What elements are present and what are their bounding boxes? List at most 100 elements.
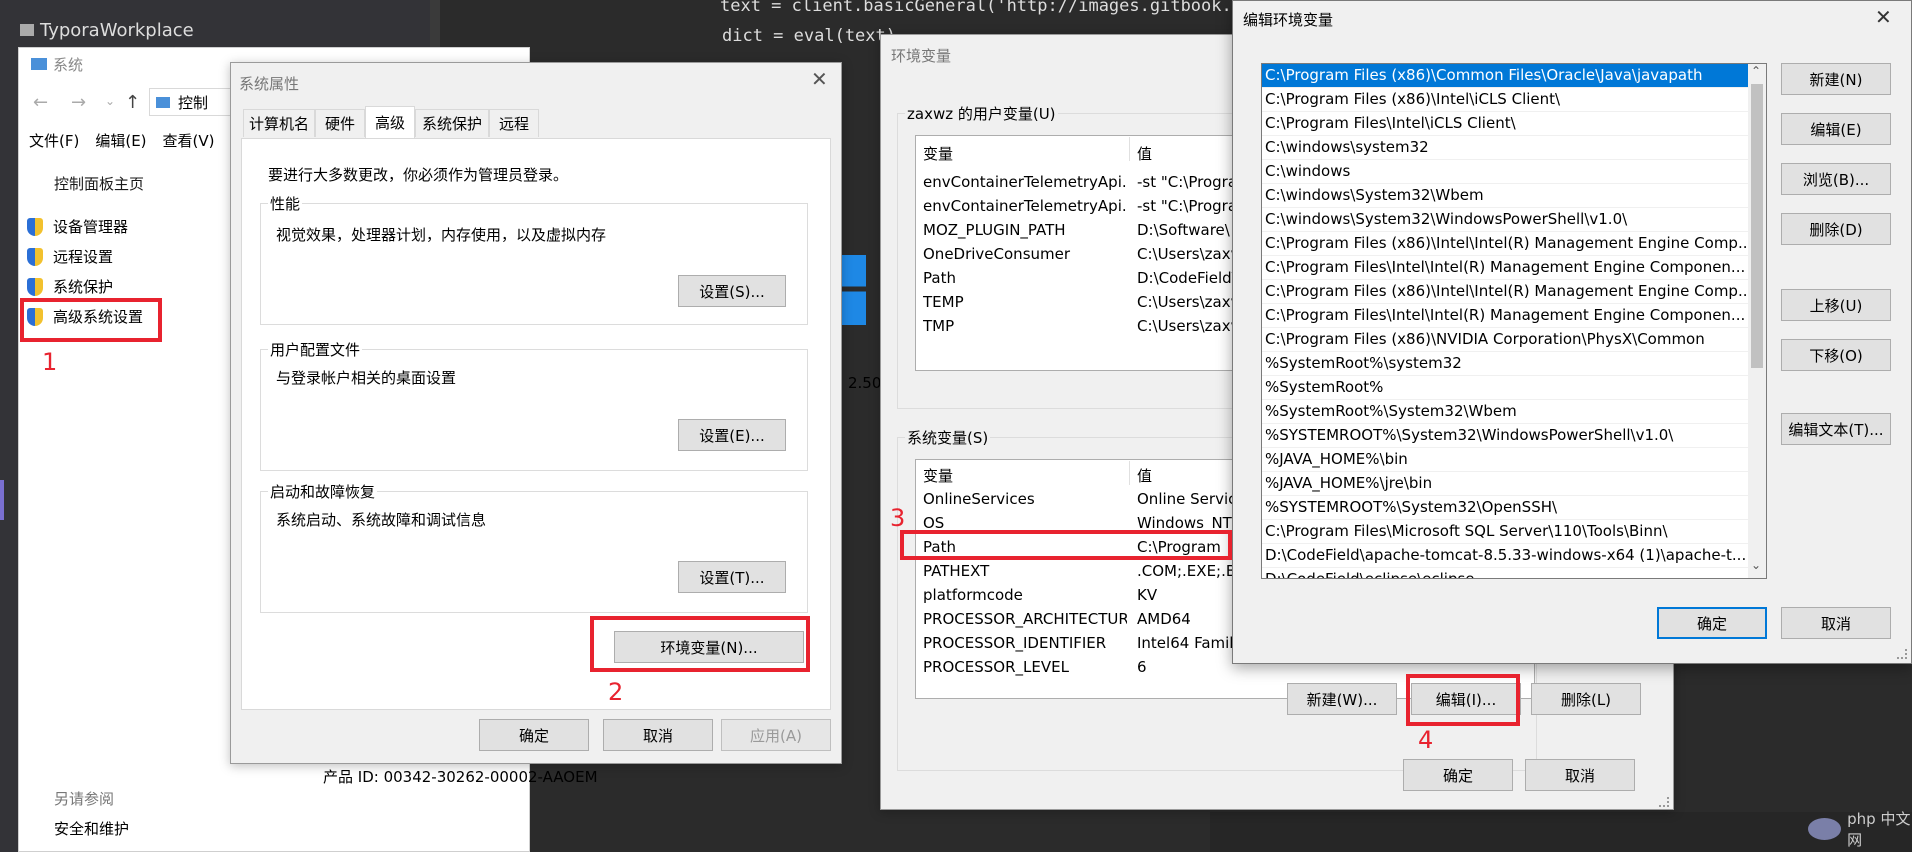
sys-props-apply-button: 应用(A) [721, 719, 831, 751]
resize-grip-icon[interactable] [1659, 797, 1669, 807]
sys-props-cancel-button[interactable]: 取消 [603, 719, 713, 751]
path-scrollbar[interactable]: ⌃ ⌄ [1748, 64, 1766, 578]
path-item[interactable]: %SystemRoot%\system32 [1262, 352, 1748, 376]
move-down-button[interactable]: 下移(O) [1781, 339, 1891, 371]
code-line-1: text = client.basicGeneral('http://image… [720, 0, 1253, 16]
path-item[interactable]: C:\Program Files (x86)\NVIDIA Corporatio… [1262, 328, 1748, 352]
sys-var-name[interactable]: PROCESSOR_IDENTIFIER [923, 634, 1127, 658]
sys-var-name[interactable]: OnlineServices [923, 490, 1127, 514]
sys-var-name[interactable]: PATHEXT [923, 562, 1127, 586]
path-item[interactable]: %SystemRoot% [1262, 376, 1748, 400]
recent-chevron-icon[interactable]: ⌄ [105, 94, 115, 108]
path-item[interactable]: %SYSTEMROOT%\System32\OpenSSH\ [1262, 496, 1748, 520]
sys-var-name[interactable]: PROCESSOR_LEVEL [923, 658, 1127, 682]
tab-system-protection[interactable]: 系统保护 [415, 109, 489, 137]
edit-text-button[interactable]: 编辑文本(T)... [1781, 413, 1891, 445]
user-var-name[interactable]: Path [923, 269, 1127, 287]
sys-delete-button[interactable]: 删除(L) [1531, 683, 1641, 715]
edit-env-ok-button[interactable]: 确定 [1657, 607, 1767, 639]
menu-file[interactable]: 文件(F) [29, 130, 79, 151]
path-item[interactable]: %SYSTEMROOT%\System32\WindowsPowerShell\… [1262, 424, 1748, 448]
explorer-title: TyporaWorkplace [40, 19, 194, 41]
nav-device-manager[interactable]: 设备管理器 [27, 216, 128, 237]
close-icon[interactable]: ✕ [811, 67, 828, 91]
move-up-button[interactable]: 上移(U) [1781, 289, 1891, 321]
path-item[interactable]: D:\CodeField\apache-tomcat-8.5.33-window… [1262, 544, 1748, 568]
up-icon[interactable]: ↑ [125, 92, 140, 113]
sys-new-button[interactable]: 新建(W)... [1287, 683, 1397, 715]
resize-grip-icon[interactable] [1897, 649, 1907, 659]
menu-edit[interactable]: 编辑(E) [95, 130, 146, 151]
startup-title: 启动和故障恢复 [268, 481, 378, 502]
path-item[interactable]: D:\CodeField\eclipse\eclipse [1262, 568, 1748, 578]
path-list[interactable]: C:\Program Files (x86)\Common Files\Orac… [1261, 63, 1767, 579]
perf-settings-button[interactable]: 设置(S)... [678, 275, 786, 307]
edit-env-dialog: 编辑环境变量 ✕ C:\Program Files (x86)\Common F… [1232, 0, 1912, 664]
scroll-up-icon[interactable]: ⌃ [1751, 64, 1761, 78]
edit-path-button[interactable]: 编辑(E) [1781, 113, 1891, 145]
new-path-button[interactable]: 新建(N) [1781, 63, 1891, 95]
path-item-selected[interactable]: C:\Program Files (x86)\Common Files\Orac… [1262, 64, 1748, 88]
product-id: 产品 ID: 00342-30262-00002-AAOEM [323, 768, 598, 786]
sys-var-name[interactable]: platformcode [923, 586, 1127, 610]
path-item[interactable]: C:\Program Files\Intel\Intel(R) Manageme… [1262, 304, 1748, 328]
user-col-val[interactable]: 值 [1137, 143, 1152, 164]
tab-remote[interactable]: 远程 [489, 109, 539, 137]
system-icon [31, 58, 47, 70]
profile-settings-button[interactable]: 设置(E)... [678, 419, 786, 451]
scroll-down-icon[interactable]: ⌄ [1751, 558, 1761, 572]
sys-col-var[interactable]: 变量 [923, 465, 953, 486]
path-item[interactable]: C:\Program Files (x86)\Intel\Intel(R) Ma… [1262, 232, 1748, 256]
tab-computer-name[interactable]: 计算机名 [243, 109, 315, 137]
user-var-name[interactable]: envContainerTelemetryApi... [923, 197, 1127, 215]
path-item[interactable]: C:\Program Files (x86)\Intel\iCLS Client… [1262, 88, 1748, 112]
path-item[interactable]: C:\Program Files (x86)\Intel\Intel(R) Ma… [1262, 280, 1748, 304]
path-item[interactable]: C:\Program Files\Microsoft SQL Server\11… [1262, 520, 1748, 544]
close-icon[interactable]: ✕ [1875, 5, 1892, 29]
security-link[interactable]: 安全和维护 [54, 818, 129, 839]
path-item[interactable]: C:\windows\System32\WindowsPowerShell\v1… [1262, 208, 1748, 232]
path-item[interactable]: C:\windows\system32 [1262, 136, 1748, 160]
nav-label-protection: 系统保护 [53, 278, 114, 296]
watermark-text: php 中文网 [1847, 810, 1911, 849]
user-var-name[interactable]: OneDriveConsumer [923, 245, 1127, 263]
path-item[interactable]: C:\windows [1262, 160, 1748, 184]
scroll-thumb[interactable] [1751, 84, 1763, 368]
path-rows: C:\Program Files (x86)\Common Files\Orac… [1262, 64, 1748, 578]
path-item[interactable]: %SystemRoot%\System32\Wbem [1262, 400, 1748, 424]
nav-remote-settings[interactable]: 远程设置 [27, 246, 113, 267]
user-var-name[interactable]: TMP [923, 317, 1127, 335]
browse-path-button[interactable]: 浏览(B)... [1781, 163, 1891, 195]
nav-label-remote: 远程设置 [53, 248, 114, 266]
nav-home-link[interactable]: 控制面板主页 [54, 173, 144, 194]
menu-view[interactable]: 查看(V) [163, 130, 215, 151]
path-item[interactable]: C:\windows\System32\Wbem [1262, 184, 1748, 208]
annotation-box-3 [900, 530, 1232, 560]
user-var-name[interactable]: MOZ_PLUGIN_PATH [923, 221, 1127, 239]
startup-settings-button[interactable]: 设置(T)... [678, 561, 786, 593]
path-item[interactable]: %JAVA_HOME%\bin [1262, 448, 1748, 472]
env-ok-button[interactable]: 确定 [1403, 759, 1513, 791]
forward-icon[interactable]: → [71, 92, 86, 113]
tab-hardware[interactable]: 硬件 [315, 109, 365, 137]
nav-system-protection[interactable]: 系统保护 [27, 276, 113, 297]
watermark: php 中文网 [1808, 808, 1912, 850]
annotation-box-2 [590, 616, 810, 672]
tab-advanced[interactable]: 高级 [365, 106, 415, 138]
user-var-name[interactable]: TEMP [923, 293, 1127, 311]
env-vars-title: 环境变量 [891, 47, 952, 65]
env-cancel-button[interactable]: 取消 [1525, 759, 1635, 791]
delete-path-button[interactable]: 删除(D) [1781, 213, 1891, 245]
sys-col-val[interactable]: 值 [1137, 465, 1152, 486]
sys-props-ok-button[interactable]: 确定 [479, 719, 589, 751]
profile-title: 用户配置文件 [268, 339, 363, 360]
edit-env-cancel-button[interactable]: 取消 [1781, 607, 1891, 639]
windows-logo-fragment [838, 255, 866, 325]
path-item[interactable]: C:\Program Files\Intel\iCLS Client\ [1262, 112, 1748, 136]
path-item[interactable]: %JAVA_HOME%\jre\bin [1262, 472, 1748, 496]
path-item[interactable]: C:\Program Files\Intel\Intel(R) Manageme… [1262, 256, 1748, 280]
sys-var-name[interactable]: PROCESSOR_ARCHITECTURE [923, 610, 1127, 634]
back-icon[interactable]: ← [33, 92, 48, 113]
user-var-name[interactable]: envContainerTelemetryApi... [923, 173, 1127, 191]
user-col-var[interactable]: 变量 [923, 143, 953, 164]
